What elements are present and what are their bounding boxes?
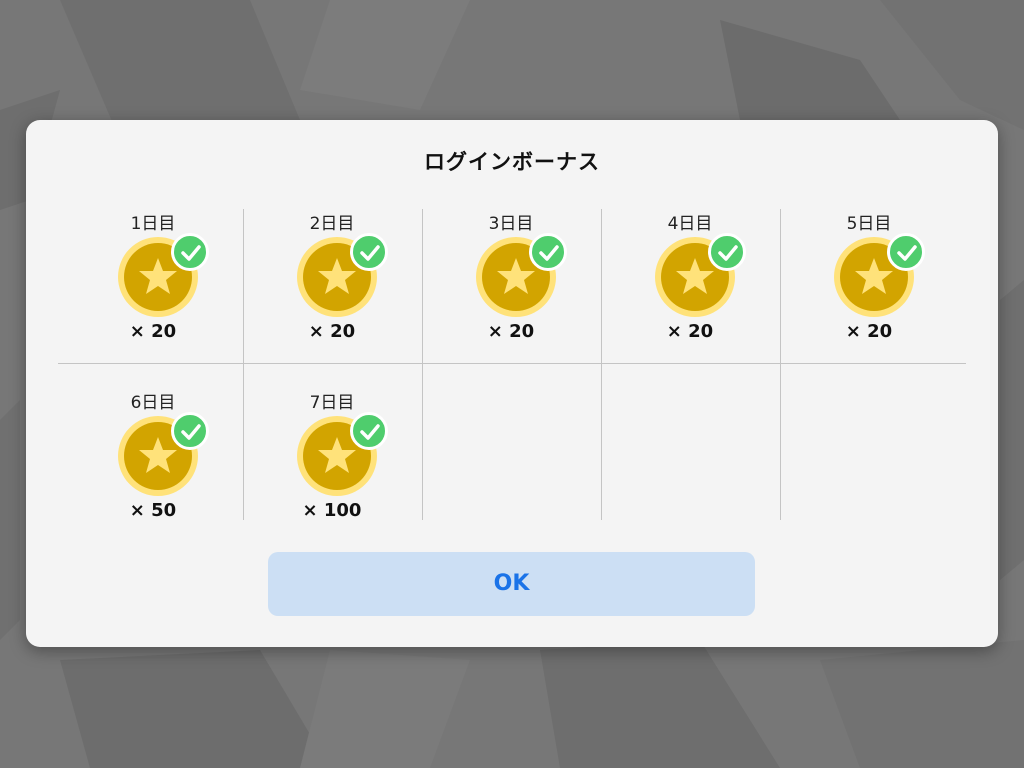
login-bonus-dialog: ログインボーナス 1日目 × 20 2日目 × 20 3日目 × 20 4日目 × 20 5日目… bbox=[26, 120, 998, 647]
checkmark-icon bbox=[708, 233, 746, 271]
reward-cell-day-4: 4日目 × 20 bbox=[600, 209, 780, 363]
reward-cell-day-2: 2日目 × 20 bbox=[242, 209, 422, 363]
reward-day-label: 1日目 bbox=[130, 214, 176, 234]
reward-amount: × 20 bbox=[487, 321, 535, 342]
reward-amount: × 20 bbox=[845, 321, 893, 342]
reward-grid: 1日目 × 20 2日目 × 20 3日目 × 20 4日目 × 20 5日目 × 20 6日目 × … bbox=[58, 209, 966, 521]
reward-day-label: 3日目 bbox=[488, 214, 534, 234]
reward-day-label: 2日目 bbox=[309, 214, 355, 234]
checkmark-icon bbox=[887, 233, 925, 271]
reward-day-label: 7日目 bbox=[309, 393, 355, 413]
reward-day-label: 6日目 bbox=[130, 393, 176, 413]
checkmark-icon bbox=[350, 233, 388, 271]
checkmark-icon bbox=[529, 233, 567, 271]
checkmark-icon bbox=[171, 233, 209, 271]
checkmark-icon bbox=[350, 412, 388, 450]
checkmark-icon bbox=[171, 412, 209, 450]
reward-amount: × 20 bbox=[129, 321, 177, 342]
reward-cell-day-6: 6日目 × 50 bbox=[63, 388, 243, 542]
reward-cell-day-5: 5日目 × 20 bbox=[779, 209, 959, 363]
reward-amount: × 20 bbox=[308, 321, 356, 342]
reward-amount: × 100 bbox=[302, 500, 362, 521]
ok-button[interactable]: OK bbox=[268, 552, 755, 616]
dialog-title: ログインボーナス bbox=[424, 150, 600, 174]
reward-cell-day-1: 1日目 × 20 bbox=[63, 209, 243, 363]
reward-cell-day-7: 7日目 × 100 bbox=[242, 388, 422, 542]
reward-amount: × 50 bbox=[129, 500, 177, 521]
reward-amount: × 20 bbox=[666, 321, 714, 342]
reward-day-label: 5日目 bbox=[846, 214, 892, 234]
reward-cell-day-3: 3日目 × 20 bbox=[421, 209, 601, 363]
reward-day-label: 4日目 bbox=[667, 214, 713, 234]
grid-divider-horizontal bbox=[58, 363, 966, 364]
